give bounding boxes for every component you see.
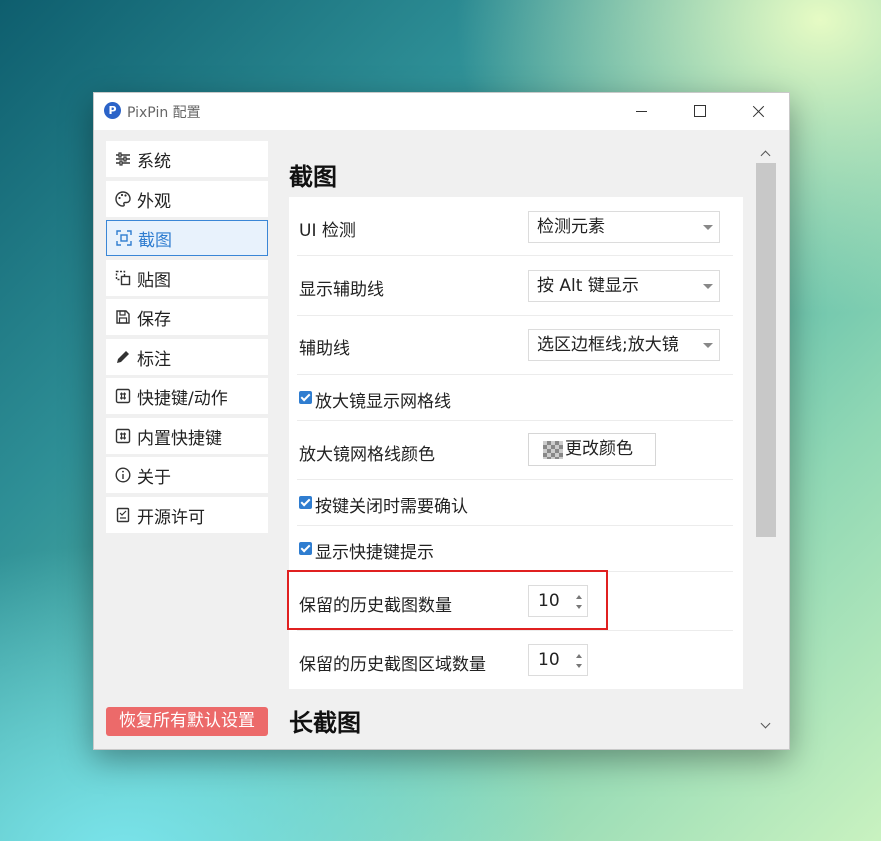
spin-value: 10 (538, 650, 560, 670)
setting-row-hotkey-hint[interactable]: 显示快捷键提示 (289, 526, 743, 572)
sidebar-item-save[interactable]: 保存 (106, 299, 268, 335)
builtin-hotkey-icon (114, 427, 132, 445)
setting-row-guide-display: 显示辅助线 按 Alt 键显示 (289, 256, 743, 316)
sidebar-item-label: 系统 (137, 151, 171, 172)
pixpin-logo-icon: P (104, 102, 121, 119)
sidebar-item-label: 关于 (137, 467, 171, 488)
window-title: PixPin 配置 (127, 105, 201, 121)
setting-label: 辅助线 (299, 339, 350, 359)
sidebar-item-label: 开源许可 (137, 507, 205, 528)
setting-label: 保留的历史截图区域数量 (299, 655, 486, 675)
chevron-down-icon (703, 284, 713, 289)
sidebar-item-label: 快捷键/动作 (137, 388, 228, 409)
checkbox-label: 显示快捷键提示 (315, 543, 434, 563)
sidebar-item-label: 保存 (137, 309, 171, 330)
setting-row-grid-color: 放大镜网格线颜色 更改颜色 (289, 421, 743, 481)
guides-select[interactable]: 选区边框线;放大镜 (528, 329, 720, 361)
setting-row-confirm-close[interactable]: 按键关闭时需要确认 (289, 480, 743, 526)
sliders-icon (114, 150, 132, 168)
sidebar-item-label: 外观 (137, 191, 171, 212)
guide-display-select[interactable]: 按 Alt 键显示 (528, 270, 720, 302)
sidebar-item-builtin-hotkeys[interactable]: 内置快捷键 (106, 418, 268, 454)
pin-icon (114, 269, 132, 287)
highlight-box (287, 570, 608, 630)
setting-row-magnifier-grid[interactable]: 放大镜显示网格线 (289, 375, 743, 421)
sidebar-item-license[interactable]: 开源许可 (106, 497, 268, 533)
checkbox-label: 按键关闭时需要确认 (315, 497, 468, 517)
setting-label: UI 检测 (299, 221, 356, 241)
license-icon (114, 506, 132, 524)
chevron-down-icon (703, 343, 713, 348)
ui-detect-select[interactable]: 检测元素 (528, 211, 720, 243)
sidebar-item-hotkeys[interactable]: 快捷键/动作 (106, 378, 268, 414)
sidebar-item-pin[interactable]: 贴图 (106, 260, 268, 296)
sidebar-item-label: 内置快捷键 (137, 428, 222, 449)
sidebar-item-appearance[interactable]: 外观 (106, 181, 268, 217)
section-title-screenshot: 截图 (289, 163, 337, 191)
save-icon (114, 308, 132, 326)
select-value: 选区边框线;放大镜 (537, 335, 679, 355)
chevron-down-icon (703, 225, 713, 230)
sidebar-item-about[interactable]: 关于 (106, 457, 268, 493)
hotkey-icon (114, 387, 132, 405)
setting-row-ui-detect: UI 检测 检测元素 (289, 197, 743, 257)
screenshot-icon (115, 229, 133, 247)
change-color-button[interactable]: 更改颜色 (528, 433, 656, 466)
stepper-up-icon[interactable] (576, 654, 582, 658)
select-value: 按 Alt 键显示 (537, 276, 639, 296)
sidebar-item-screenshot[interactable]: 截图 (106, 220, 268, 256)
setting-row-history-region-count: 保留的历史截图区域数量 10 (289, 631, 743, 689)
pencil-icon (114, 348, 132, 366)
sidebar-item-annotate[interactable]: 标注 (106, 339, 268, 375)
select-value: 检测元素 (537, 217, 605, 237)
sidebar-item-label: 贴图 (137, 270, 171, 291)
title-bar: P PixPin 配置 (94, 93, 789, 130)
button-label: 更改颜色 (565, 439, 633, 459)
scrollbar-thumb[interactable] (756, 163, 776, 537)
show-hotkey-hint-checkbox[interactable] (299, 542, 312, 555)
setting-label: 显示辅助线 (299, 280, 384, 300)
palette-icon (114, 190, 132, 208)
setting-label: 放大镜网格线颜色 (299, 445, 435, 465)
section-title-long-screenshot: 长截图 (289, 709, 361, 737)
settings-window: P PixPin 配置 系统 外观 截图 贴图 保存 标注 快捷键/动作 内置快… (93, 92, 790, 750)
maximize-button[interactable] (677, 93, 723, 130)
confirm-close-checkbox[interactable] (299, 496, 312, 509)
color-swatch-icon (543, 441, 563, 459)
info-icon (114, 466, 132, 484)
checkbox-label: 放大镜显示网格线 (315, 392, 451, 412)
sidebar-item-label: 截图 (138, 230, 172, 251)
minimize-button[interactable] (619, 93, 665, 130)
sidebar-item-label: 标注 (137, 349, 171, 370)
setting-row-guides: 辅助线 选区边框线;放大镜 (289, 315, 743, 375)
history-region-count-spinbox[interactable]: 10 (528, 644, 588, 676)
magnifier-grid-checkbox[interactable] (299, 391, 312, 404)
reset-defaults-button[interactable]: 恢复所有默认设置 (106, 707, 268, 736)
stepper-down-icon[interactable] (576, 664, 582, 668)
close-button[interactable] (735, 93, 781, 130)
sidebar-item-system[interactable]: 系统 (106, 141, 268, 177)
